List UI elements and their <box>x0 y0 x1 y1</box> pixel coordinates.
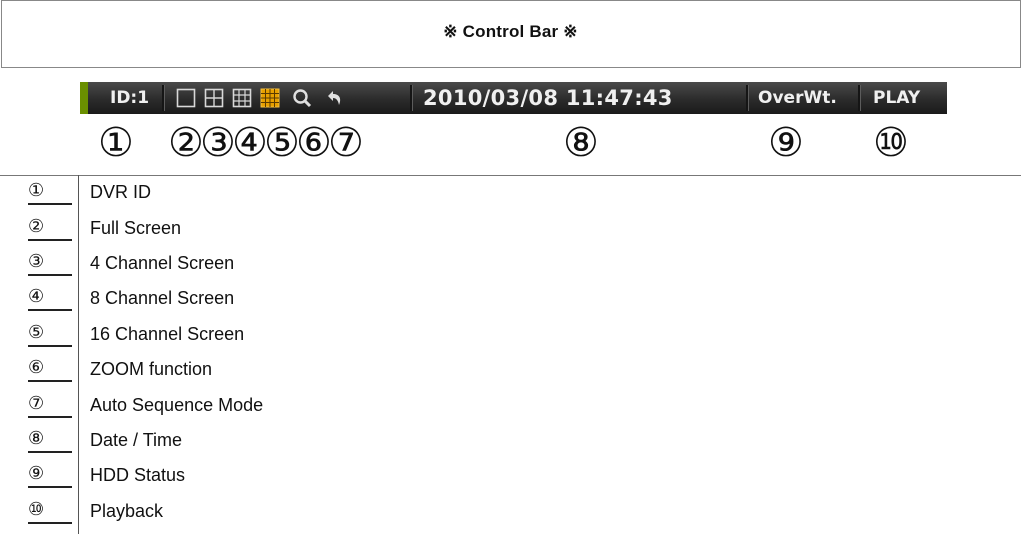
table-top-border <box>1 0 1021 1</box>
legend-row: ⑦ Auto Sequence Mode <box>0 389 1021 424</box>
legend-number: ④ <box>28 284 72 311</box>
eight-channel-icon[interactable] <box>232 88 252 108</box>
legend-number: ⑥ <box>28 355 72 382</box>
control-bar-divider <box>410 85 413 111</box>
legend-number: ③ <box>28 249 72 276</box>
zoom-icon[interactable] <box>292 88 312 108</box>
dvr-id-label[interactable]: ID:1 <box>110 82 149 114</box>
control-bar-divider <box>858 85 861 111</box>
control-bar: ID:1 2010/03/08 11:47:43 OverWt. PLAY <box>80 82 947 114</box>
legend-text: HDD Status <box>90 465 186 485</box>
legend-text: DVR ID <box>90 182 152 202</box>
callout-number: ② <box>168 120 204 166</box>
legend-text: Date / Time <box>90 430 183 450</box>
legend-text: 8 Channel Screen <box>90 288 235 308</box>
four-channel-icon[interactable] <box>204 88 224 108</box>
callout-number: ④ <box>232 120 268 166</box>
callout-number: ③ <box>200 120 236 166</box>
play-button[interactable]: PLAY <box>873 82 920 114</box>
legend-row: ④ 8 Channel Screen <box>0 282 1021 317</box>
legend-text: 16 Channel Screen <box>90 324 245 344</box>
legend-row: ① DVR ID <box>0 176 1021 211</box>
legend-row: ⑨ HDD Status <box>0 459 1021 494</box>
legend-text: 4 Channel Screen <box>90 253 235 273</box>
page-title: ※ Control Bar ※ <box>443 22 578 41</box>
datetime-display: 2010/03/08 11:47:43 <box>423 86 673 110</box>
callout-number: ⑩ <box>873 120 909 166</box>
legend-row: ⑩ Playback <box>0 495 1021 530</box>
control-bar-divider <box>746 85 749 111</box>
legend-number: ② <box>28 214 72 241</box>
auto-sequence-icon[interactable] <box>324 88 344 108</box>
legend-row: ② Full Screen <box>0 212 1021 247</box>
legend-number: ① <box>28 178 72 205</box>
legend-row: ⑧ Date / Time <box>0 424 1021 459</box>
legend-number: ⑨ <box>28 461 72 488</box>
hdd-status-label[interactable]: OverWt. <box>758 82 837 114</box>
legend-number: ⑧ <box>28 426 72 453</box>
full-screen-icon[interactable] <box>176 88 196 108</box>
title-row-divider <box>1 67 1021 68</box>
legend-number: ⑩ <box>28 497 72 524</box>
legend-text: Playback <box>90 501 164 521</box>
legend-row: ⑤ 16 Channel Screen <box>0 318 1021 353</box>
callout-number: ⑨ <box>768 120 804 166</box>
callout-number: ① <box>98 120 134 166</box>
legend-text: Full Screen <box>90 218 182 238</box>
callout-number: ⑤ <box>264 120 300 166</box>
legend-text: Auto Sequence Mode <box>90 395 264 415</box>
legend-row: ⑥ ZOOM function <box>0 353 1021 388</box>
sixteen-channel-icon[interactable] <box>260 88 280 108</box>
legend-row: ③ 4 Channel Screen <box>0 247 1021 282</box>
control-bar-divider <box>162 85 165 111</box>
callout-number: ⑥ <box>296 120 332 166</box>
callout-number: ⑧ <box>563 120 599 166</box>
callout-number: ⑦ <box>328 120 364 166</box>
legend-number: ⑦ <box>28 391 72 418</box>
legend-text: ZOOM function <box>90 359 213 379</box>
legend-number: ⑤ <box>28 320 72 347</box>
